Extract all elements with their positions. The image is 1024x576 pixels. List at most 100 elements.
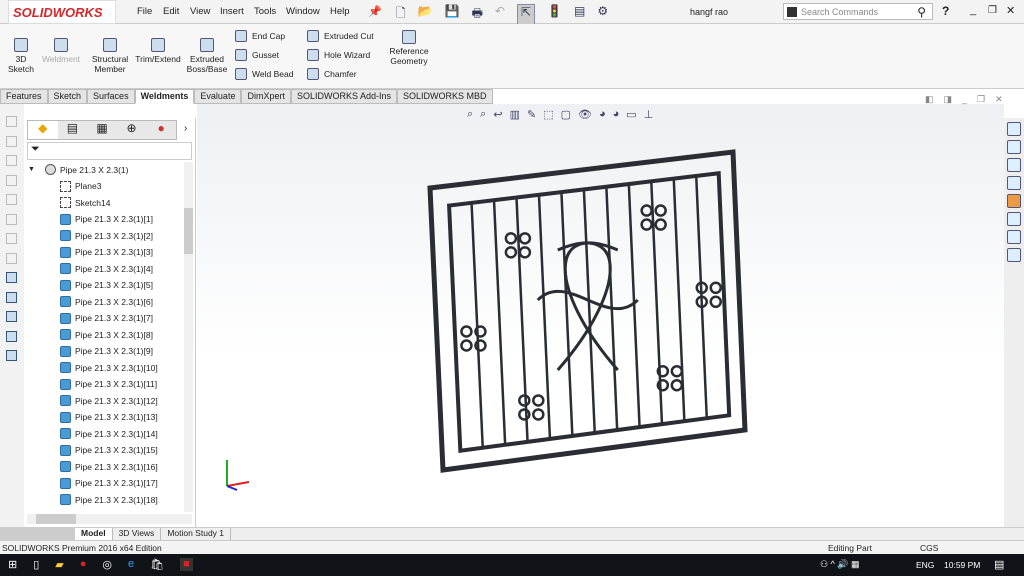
reference-geometry-button[interactable]: Reference Geometry [386, 30, 432, 66]
tab-evaluate[interactable]: Evaluate [194, 89, 242, 104]
tree-item-body[interactable]: Pipe 21.3 X 2.3(1)[3] [60, 245, 153, 260]
file-explorer-icon[interactable] [1007, 158, 1021, 172]
tree-item-body[interactable]: Pipe 21.3 X 2.3(1)[12] [60, 393, 158, 408]
undo-icon[interactable]: ↶ [495, 4, 505, 25]
file-properties-icon[interactable]: ▤ [574, 4, 585, 25]
solidworks-logo[interactable]: SOLIDWORKS [8, 0, 116, 24]
tree-item-body[interactable]: Pipe 21.3 X 2.3(1)[6] [60, 294, 153, 309]
selection-filter-icon[interactable] [6, 135, 17, 147]
clock[interactable]: 10:59 PM [944, 560, 980, 570]
chevron-right-icon[interactable]: › [184, 123, 187, 134]
app-icon[interactable]: ● [80, 558, 87, 571]
display-manager-tab-icon[interactable]: ● [146, 121, 176, 139]
selection-filter-icon[interactable] [6, 311, 17, 322]
tray-icons[interactable]: ⚇ ^ 🔊 ▦ [820, 559, 860, 570]
hole-wizard-button[interactable]: Hole Wizard [307, 49, 374, 61]
selection-filter-icon[interactable] [6, 272, 17, 283]
tab-motion-study-1[interactable]: Motion Study 1 [161, 528, 232, 540]
store-icon[interactable]: 🛍 [150, 558, 164, 571]
weld-bead-button[interactable]: Weld Bead [235, 68, 293, 80]
new-icon[interactable]: 🗋 [396, 4, 406, 25]
tab-3d-views[interactable]: 3D Views [113, 528, 162, 540]
tree-item-body[interactable]: Pipe 21.3 X 2.3(1)[13] [60, 410, 158, 425]
tree-item-body[interactable]: Pipe 21.3 X 2.3(1)[8] [60, 327, 153, 342]
menu-view[interactable]: View [190, 6, 210, 17]
help-icon[interactable]: ? [942, 4, 949, 18]
pin-icon[interactable]: 📌 [368, 5, 382, 18]
chat-icon[interactable] [1007, 248, 1021, 262]
propertymanager-tab-icon[interactable]: ▤ [58, 121, 88, 139]
options-gear-icon[interactable]: ⚙ [597, 4, 608, 25]
media-icon[interactable]: ◎ [102, 558, 112, 571]
tab-scroll-arrows[interactable] [0, 528, 75, 540]
custom-properties-icon[interactable] [1007, 212, 1021, 226]
selection-filter-icon[interactable] [6, 194, 17, 205]
select-icon[interactable]: ⇱ [516, 4, 536, 25]
menu-tools[interactable]: Tools [254, 6, 276, 17]
forum-icon[interactable] [1007, 230, 1021, 244]
tab-solidworks-add-ins[interactable]: SOLIDWORKS Add-Ins [290, 89, 397, 104]
selection-filter-icon[interactable] [6, 174, 17, 186]
tree-item-plane3[interactable]: Plane3 [60, 179, 101, 194]
design-library-icon[interactable] [1007, 140, 1021, 154]
restore-button[interactable]: ❐ [988, 5, 997, 16]
tab-model[interactable]: Model [75, 528, 113, 540]
tree-item-body[interactable]: Pipe 21.3 X 2.3(1)[18] [60, 492, 158, 507]
print-icon[interactable]: 🖶 [472, 4, 483, 25]
selection-filter-icon[interactable] [6, 233, 17, 244]
selection-filter-icon[interactable] [6, 213, 17, 225]
tree-item-body[interactable]: Pipe 21.3 X 2.3(1)[10] [60, 360, 158, 375]
chamfer-button[interactable]: Chamfer [307, 68, 374, 80]
tree-item-body[interactable]: Pipe 21.3 X 2.3(1)[11] [60, 377, 157, 392]
tree-item-sketch14[interactable]: Sketch14 [60, 195, 110, 210]
tree-item-body[interactable]: Pipe 21.3 X 2.3(1)[9] [60, 344, 153, 359]
selection-filter-icon[interactable] [6, 252, 17, 264]
tree-item-body[interactable]: Pipe 21.3 X 2.3(1)[2] [60, 228, 153, 243]
edge-icon[interactable]: e [128, 558, 134, 571]
tree-filter[interactable]: ⏷ [27, 142, 192, 160]
start-icon[interactable]: ⊞ [8, 558, 17, 571]
weldment-button[interactable]: Weldment [38, 38, 84, 64]
window-grille-model[interactable] [197, 104, 1004, 524]
search-commands-input[interactable]: Search Commands ⚲ [783, 3, 933, 20]
tree-item-body[interactable]: Pipe 21.3 X 2.3(1)[4] [60, 261, 153, 276]
menu-file[interactable]: File [137, 6, 152, 17]
search-icon[interactable]: ⚲ [917, 5, 926, 19]
tree-item-body[interactable]: Pipe 21.3 X 2.3(1)[17] [60, 476, 158, 491]
gusset-button[interactable]: Gusset [235, 49, 293, 61]
file-explorer-taskbar-icon[interactable]: ▰ [55, 558, 63, 571]
configurationmanager-tab-icon[interactable]: ▦ [87, 121, 117, 139]
save-icon[interactable]: 💾 [445, 4, 460, 25]
extruded-cut-button[interactable]: Extruded Cut [307, 30, 374, 42]
featuremanager-tab-icon[interactable]: ◆ [28, 121, 58, 139]
appearances-icon[interactable] [1007, 194, 1021, 208]
close-button[interactable]: ✕ [1006, 4, 1015, 17]
tree-item-body[interactable]: Pipe 21.3 X 2.3(1)[7] [60, 311, 153, 326]
tree-item-body[interactable]: Pipe 21.3 X 2.3(1)[15] [60, 443, 158, 458]
3d-sketch-button[interactable]: 3D Sketch [4, 38, 38, 74]
task-view-icon[interactable]: ▯ [33, 558, 39, 571]
graphics-area[interactable]: ⌕ ⌕ ↩ ▥ ✎ ⬚ ▢ 👁 ◕ ◕ ▭ ⊥ ◧ ◨ _ ❐ ✕ [197, 94, 1004, 524]
tree-item-body[interactable]: Pipe 21.3 X 2.3(1)[16] [60, 459, 158, 474]
tree-scrollbar[interactable] [184, 162, 193, 512]
tab-weldments[interactable]: Weldments [134, 89, 195, 104]
expand-caret-icon[interactable]: ▼ [28, 166, 35, 173]
solidworks-taskbar-icon[interactable]: ■ [180, 558, 193, 571]
menu-help[interactable]: Help [330, 6, 350, 17]
dimxpert-tab-icon[interactable]: ⊕ [117, 121, 147, 139]
menu-window[interactable]: Window [286, 6, 320, 17]
minimize-button[interactable]: _ [970, 4, 976, 16]
trim-extend-button[interactable]: Trim/Extend [134, 38, 182, 64]
solidworks-resources-icon[interactable] [1007, 122, 1021, 136]
selection-filter-icon[interactable] [6, 350, 17, 361]
selection-filter-icon[interactable] [6, 291, 17, 303]
tree-item-body[interactable]: Pipe 21.3 X 2.3(1)[14] [60, 426, 158, 441]
open-icon[interactable]: 📂 [418, 4, 433, 25]
end-cap-button[interactable]: End Cap [235, 30, 293, 42]
view-palette-icon[interactable] [1007, 176, 1021, 190]
tab-sketch[interactable]: Sketch [47, 89, 88, 104]
extruded-boss-base-button[interactable]: Extruded Boss/Base [184, 38, 230, 74]
menu-insert[interactable]: Insert [220, 6, 244, 17]
selection-filter-icon[interactable] [6, 155, 17, 166]
tab-dimxpert[interactable]: DimXpert [241, 89, 291, 104]
